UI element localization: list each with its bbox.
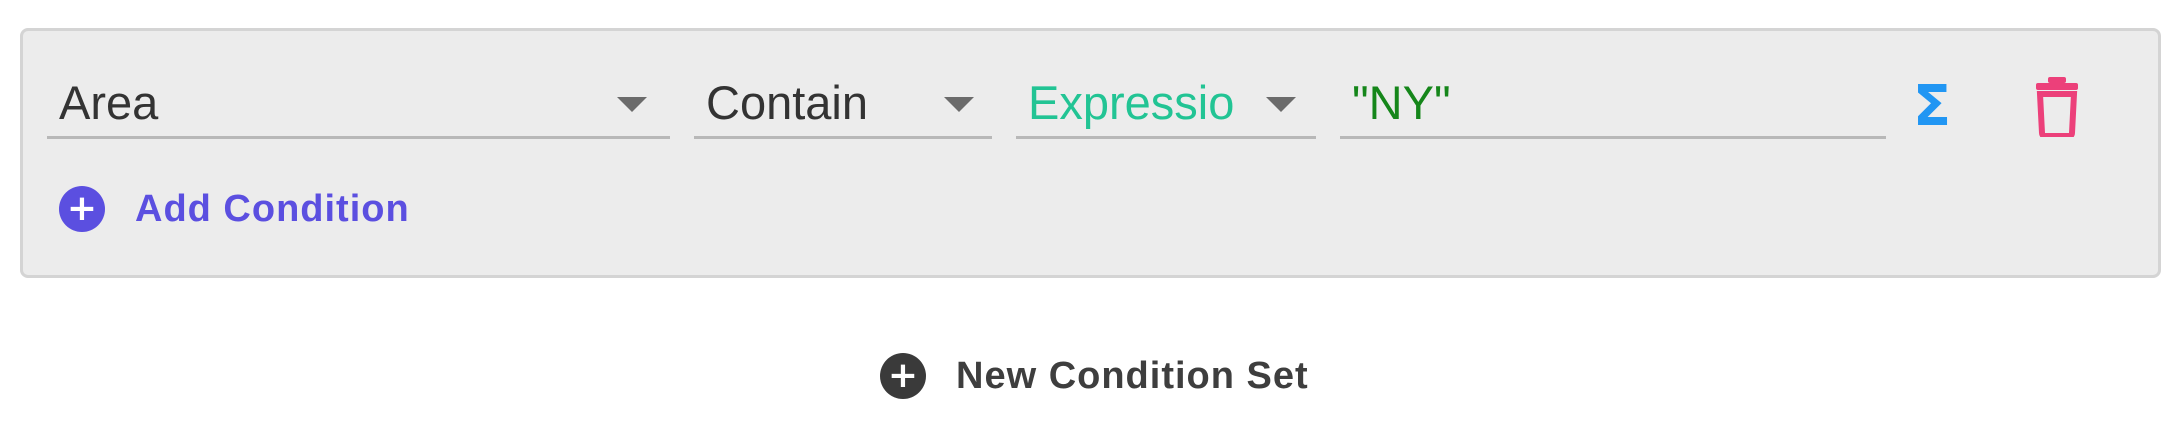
chevron-down-icon [1266, 97, 1296, 112]
chevron-down-icon [944, 97, 974, 112]
plus-circle-icon: + [59, 186, 105, 232]
value-input-text: "NY" [1352, 76, 1451, 129]
trash-icon-graphic [2036, 77, 2078, 139]
value-type-select-value: Expressio [1028, 76, 1235, 129]
add-condition-button[interactable]: + Add Condition [59, 183, 410, 235]
new-condition-set-label: New Condition Set [956, 354, 1309, 397]
condition-set: Area Contain Expressio "NY" Σ + Add Cond… [20, 28, 2161, 278]
value-input[interactable]: "NY" [1340, 69, 1886, 139]
plus-circle-icon: + [880, 353, 926, 399]
chevron-down-icon [617, 97, 647, 112]
trash-icon[interactable] [2032, 75, 2082, 139]
sigma-icon[interactable]: Σ [1908, 74, 1956, 139]
new-condition-set-button[interactable]: + New Condition Set [880, 350, 1309, 402]
field-select-value: Area [59, 76, 159, 129]
add-condition-label: Add Condition [135, 187, 410, 230]
value-type-select[interactable]: Expressio [1016, 69, 1316, 139]
operator-select-value: Contain [706, 76, 868, 129]
operator-select[interactable]: Contain [694, 69, 992, 139]
field-select[interactable]: Area [47, 69, 670, 139]
